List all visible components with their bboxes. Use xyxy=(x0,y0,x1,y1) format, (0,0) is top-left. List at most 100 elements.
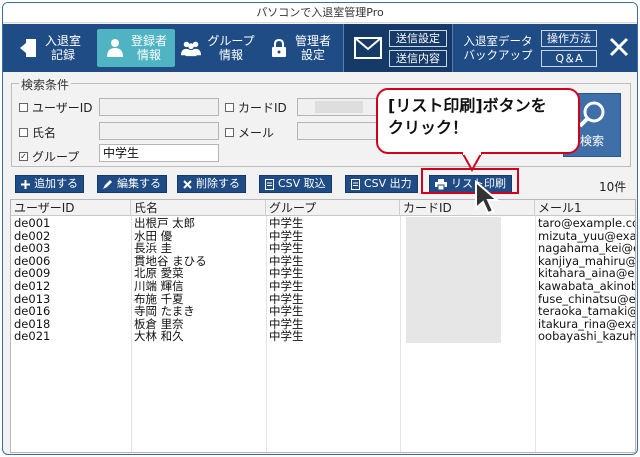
app-window: パソコンで入退室管理Pro 入退室 記録 登録者 情報 グループ 情報 管理者 … xyxy=(2,2,638,455)
checkbox-box xyxy=(225,128,234,137)
card-id-label: カードID xyxy=(238,101,287,115)
cell-name: 水田 優 xyxy=(134,229,173,243)
cell-group: 中学生 xyxy=(269,305,304,319)
toolbar-item-label: グループ 情報 xyxy=(207,34,255,62)
cell-group: 中学生 xyxy=(269,280,304,293)
cell-group: 中学生 xyxy=(269,317,304,331)
cell-group: 中学生 xyxy=(269,242,304,256)
table-row[interactable]: de002 水田 優 中学生 mizuta_yuu@exam xyxy=(11,229,635,243)
toolbar-item-label: 管理者 設定 xyxy=(294,34,331,62)
toolbar-item-label: 入退室 記録 xyxy=(44,34,81,62)
cell-email: kanjiya_mahiru@ex xyxy=(538,254,636,268)
edit-button-label: 編集する xyxy=(117,177,161,190)
table-row[interactable]: de006 貫地谷 まひる 中学生 kanjiya_mahiru@ex xyxy=(11,254,636,268)
door-exit-icon xyxy=(19,36,39,60)
close-icon[interactable] xyxy=(608,36,630,58)
table-row[interactable]: de013 布施 千夏 中学生 fuse_chinatsu@ex xyxy=(11,292,635,306)
group-field[interactable]: 中学生 xyxy=(99,144,219,162)
user-id-checkbox[interactable]: ユーザーID xyxy=(19,99,93,116)
table-row[interactable]: de012 川端 輝信 中学生 kawabata_akinobu xyxy=(11,280,635,293)
cell-email: teraoka_tamaki@e xyxy=(538,305,636,319)
search-legend: 検索条件 xyxy=(19,76,72,93)
cell-user-id: de012 xyxy=(14,280,51,293)
instruction-callout: [リスト印刷]ボタンを クリック！ xyxy=(376,88,580,154)
cell-card-id xyxy=(406,217,501,230)
cell-card-id xyxy=(406,292,501,306)
cell-name: 出根戸 太郎 xyxy=(134,217,196,230)
x-icon xyxy=(183,179,192,189)
callout-line-2: クリック！ xyxy=(388,118,469,137)
csv-export-button-label: CSV 出力 xyxy=(364,177,412,190)
column-header-user-id[interactable]: ユーザーID xyxy=(11,200,131,216)
csv-import-button[interactable]: CSV 取込 xyxy=(259,175,332,193)
add-button-label: 追加する xyxy=(34,177,78,190)
data-backup-button[interactable]: 入退室データ バックアップ xyxy=(457,29,539,67)
column-header-group[interactable]: グループ xyxy=(266,200,400,216)
column-header-name[interactable]: 氏名 xyxy=(131,200,266,216)
registrant-table[interactable]: ユーザーID 氏名 グループ カードID メール1 de001 出根戸 太郎中学生… xyxy=(10,199,636,453)
cell-card-id xyxy=(406,317,501,331)
group-checkbox[interactable]: ✓ グループ xyxy=(19,148,79,165)
cell-user-id: de006 xyxy=(14,254,51,268)
table-row[interactable]: de021 大林 和久 中学生 oobayashi_kazuhis xyxy=(11,330,635,344)
redacted-card-id xyxy=(315,101,363,113)
group-label: グループ xyxy=(32,150,80,164)
delete-button[interactable]: 削除する xyxy=(177,175,246,193)
file-icon xyxy=(265,178,274,190)
print-button-highlight xyxy=(421,168,519,194)
edit-button[interactable]: 編集する xyxy=(97,175,167,193)
add-button[interactable]: 追加する xyxy=(15,175,84,193)
person-icon xyxy=(105,36,125,60)
pencil-icon xyxy=(103,179,113,189)
envelope-icon xyxy=(354,37,382,59)
toolbar-admin-settings-button[interactable]: 管理者 設定 xyxy=(261,29,339,67)
send-content-button[interactable]: 送信内容 xyxy=(389,50,447,67)
toolbar-entry-record-button[interactable]: 入退室 記録 xyxy=(11,29,89,67)
name-field[interactable] xyxy=(99,122,219,140)
card-id-checkbox[interactable]: カードID xyxy=(225,99,287,116)
cell-user-id: de009 xyxy=(14,267,51,281)
how-to-button[interactable]: 操作方法 xyxy=(541,30,597,47)
cell-name: 布施 千夏 xyxy=(134,292,184,306)
toolbar-group-info-button[interactable]: グループ 情報 xyxy=(179,29,257,67)
user-id-field[interactable] xyxy=(99,98,219,116)
send-settings-button[interactable]: 送信設定 xyxy=(389,30,447,47)
table-row[interactable]: de003 長浜 圭 中学生 nagahama_kei@ex xyxy=(11,242,635,256)
cell-user-id: de021 xyxy=(14,330,51,344)
cell-card-id xyxy=(406,330,501,344)
delete-button-label: 削除する xyxy=(196,177,240,190)
toolbar-registrant-info-button[interactable]: 登録者 情報 xyxy=(97,29,175,67)
cell-group: 中学生 xyxy=(269,229,304,243)
name-checkbox[interactable]: 氏名 xyxy=(19,124,56,141)
column-header-card-id[interactable]: カードID xyxy=(400,200,535,216)
cell-email: taro@example.com xyxy=(538,217,635,230)
cell-email: itakura_rina@exan xyxy=(538,317,636,331)
table-row[interactable]: de018 板倉 里奈 中学生 itakura_rina@exan xyxy=(11,317,636,331)
cell-group: 中学生 xyxy=(269,330,304,344)
table-row[interactable]: de001 出根戸 太郎 中学生 taro@example.com xyxy=(11,217,635,230)
window-title: パソコンで入退室管理Pro xyxy=(3,3,637,23)
lock-icon xyxy=(269,36,289,60)
toolbar-item-label: 登録者 情報 xyxy=(130,34,167,62)
email-checkbox[interactable]: メール xyxy=(225,124,274,141)
csv-export-button[interactable]: CSV 出力 xyxy=(345,175,418,193)
table-row[interactable]: de016 寺岡 たまき 中学生 teraoka_tamaki@e xyxy=(11,305,636,319)
column-header-email[interactable]: メール1 xyxy=(535,200,635,216)
cell-name: 寺岡 たまき xyxy=(134,305,195,319)
cell-user-id: de001 xyxy=(14,217,51,230)
cell-group: 中学生 xyxy=(269,267,304,281)
cell-email: kitahara_aina@exa xyxy=(538,267,635,281)
data-backup-label: 入退室データ バックアップ xyxy=(463,34,533,62)
cell-user-id: de002 xyxy=(14,229,51,243)
cell-user-id: de016 xyxy=(14,305,51,319)
cell-user-id: de003 xyxy=(14,242,51,256)
cell-name: 貫地谷 まひる xyxy=(134,254,207,268)
mouse-cursor-icon xyxy=(475,180,500,215)
email-field[interactable] xyxy=(297,122,381,140)
cell-card-id xyxy=(406,267,501,281)
qa-button[interactable]: Q＆A xyxy=(541,50,597,67)
group-icon xyxy=(181,36,202,60)
plus-icon xyxy=(21,179,30,189)
table-row[interactable]: de009 北原 愛菜 中学生 kitahara_aina@exa xyxy=(11,267,635,281)
checkbox-box xyxy=(19,128,28,137)
